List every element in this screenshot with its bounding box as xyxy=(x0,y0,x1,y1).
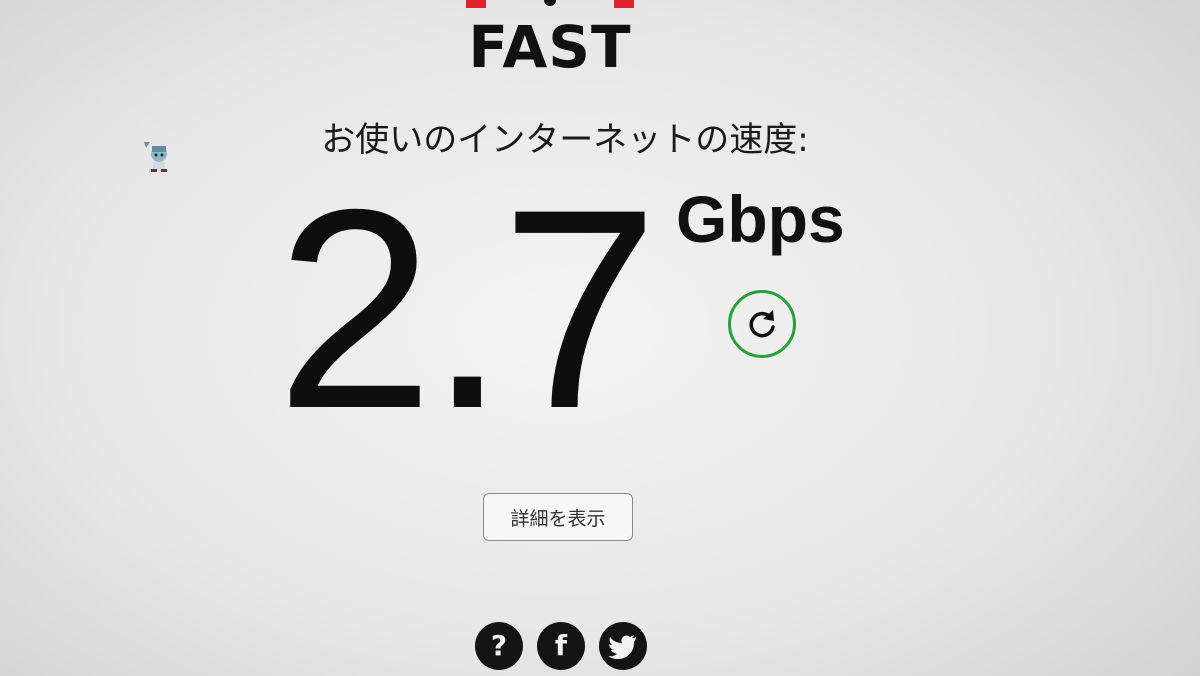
fast-logo[interactable]: FAST xyxy=(462,0,638,88)
twitter-button[interactable] xyxy=(599,622,647,670)
help-button[interactable]: ? xyxy=(475,622,523,670)
twitter-icon xyxy=(608,635,636,659)
speed-unit: Gbps xyxy=(676,182,845,256)
speed-value: 2.7 xyxy=(276,151,659,468)
desktop-character-icon[interactable] xyxy=(142,140,172,174)
help-icon: ? xyxy=(490,629,508,662)
fast-wordmark: FAST xyxy=(468,13,632,81)
facebook-button[interactable]: f xyxy=(537,622,585,670)
facebook-icon: f xyxy=(554,629,568,662)
fast-logo-speedometer-icon xyxy=(466,0,634,8)
show-details-button[interactable]: 詳細を表示 xyxy=(483,493,633,541)
retry-button[interactable] xyxy=(728,290,796,358)
refresh-icon xyxy=(749,310,775,338)
